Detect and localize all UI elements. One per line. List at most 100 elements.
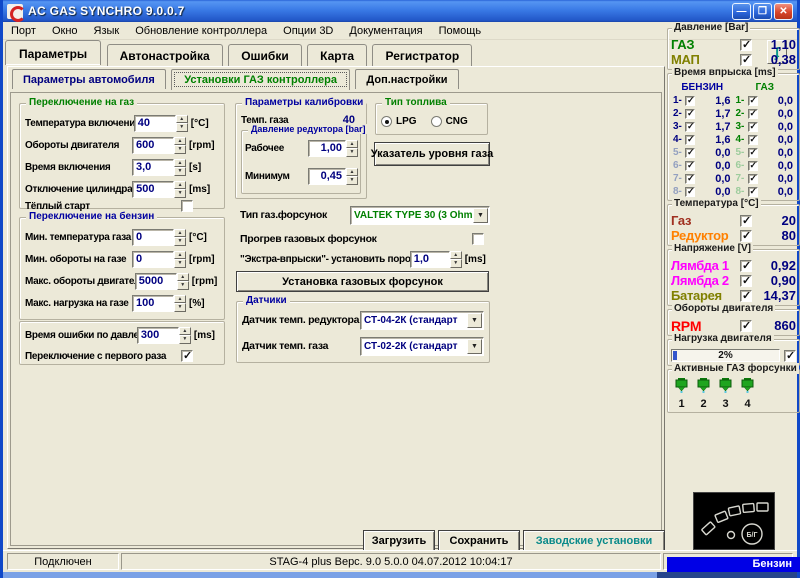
inj-checkbox[interactable] — [685, 95, 695, 106]
inj-checkbox[interactable] — [685, 147, 695, 158]
inj-checkbox[interactable] — [747, 173, 758, 184]
row-max-engine-rpm: Макс. обороты двигателя 5000 ▲ ▼ [rpm] — [25, 271, 219, 291]
injector-type-dropdown[interactable]: VALTEK TYPE 30 (3 Ohm) ▼ — [350, 205, 490, 225]
subtab-extra-settings[interactable]: Доп.настройки — [355, 69, 459, 89]
inj-checkbox[interactable] — [747, 147, 758, 158]
injection-row: 3-0,0 — [734, 120, 797, 133]
tab-recorder[interactable]: Регистратор — [372, 44, 473, 66]
temp-reducer-checkbox[interactable] — [740, 229, 752, 242]
inj-checkbox[interactable] — [685, 108, 695, 119]
min-rpm-on-gas-stepper[interactable]: ▲ ▼ — [174, 250, 186, 268]
menu-port[interactable]: Порт — [3, 24, 44, 38]
field-label: Мин. обороты на газе — [25, 253, 127, 265]
rpm-checkbox[interactable] — [740, 319, 752, 332]
value-readout: 0,90 — [770, 273, 796, 288]
unit-label: [%] — [189, 297, 205, 309]
injection-row: 4-1,6 — [671, 133, 734, 146]
injector-setup-button[interactable]: Установка газовых форсунок — [236, 271, 489, 292]
active-injector-4: 4 — [741, 378, 754, 410]
max-engine-rpm-input[interactable]: 5000 — [134, 272, 177, 290]
restore-icon[interactable]: ❐ — [753, 2, 772, 20]
max-load-on-gas-input[interactable]: 100 — [132, 294, 174, 312]
lambda2-checkbox[interactable] — [740, 274, 752, 287]
inj-checkbox[interactable] — [747, 95, 758, 106]
inj-checkbox[interactable] — [747, 134, 758, 145]
inj-value: 0,0 — [777, 172, 793, 185]
tab-errors[interactable]: Ошибки — [228, 44, 302, 66]
injector-number: 3 — [722, 398, 729, 410]
max-load-on-gas-stepper[interactable]: ▲ ▼ — [174, 294, 186, 312]
reducer-temp-sensor-dropdown[interactable]: СТ-04-2К (стандарт ▼ — [360, 310, 484, 330]
engine-load-checkbox[interactable] — [784, 349, 796, 362]
pressure-error-time-stepper[interactable]: ▲ ▼ — [178, 326, 191, 344]
cylinder-off-stepper[interactable]: ▲ ▼ — [174, 180, 187, 198]
inj-checkbox[interactable] — [747, 121, 758, 132]
field-label: Мин. температура газа — [25, 231, 132, 243]
temp-gas-checkbox[interactable] — [740, 214, 752, 227]
switch-time-stepper[interactable]: ▲ ▼ — [174, 158, 186, 176]
subtab-gas-controller-settings[interactable]: Установки ГАЗ контроллера — [171, 69, 350, 90]
extra-injections-input[interactable]: 1,0 — [409, 250, 450, 268]
cng-radio-icon — [430, 115, 442, 127]
pressure-gas-checkbox[interactable] — [740, 38, 752, 51]
menu-documentation[interactable]: Документация — [341, 24, 430, 38]
factory-settings-button[interactable]: Заводские установки — [523, 530, 665, 552]
minimum-pressure-stepper[interactable]: ▲ ▼ — [346, 167, 358, 185]
engine-rpm-stepper[interactable]: ▲ ▼ — [174, 136, 186, 154]
unit-label: [s] — [189, 161, 202, 173]
menu-window[interactable]: Окно — [44, 24, 86, 38]
injector-warmup-checkbox[interactable] — [472, 233, 484, 245]
inj-checkbox[interactable] — [685, 134, 695, 145]
radio-lpg[interactable]: LPG — [381, 115, 417, 127]
lambda1-checkbox[interactable] — [740, 259, 752, 272]
cylinder-off-input[interactable]: 500 — [132, 180, 175, 198]
switch-temp-input[interactable]: 40 — [133, 114, 176, 132]
inj-checkbox[interactable] — [747, 186, 758, 197]
menu-help[interactable]: Помощь — [431, 24, 490, 38]
max-engine-rpm-stepper[interactable]: ▲ ▼ — [176, 272, 189, 290]
working-pressure-input[interactable]: 1,00 — [308, 139, 346, 157]
inj-checkbox[interactable] — [685, 160, 695, 171]
min-rpm-on-gas-input[interactable]: 0 — [132, 250, 174, 268]
inj-checkbox[interactable] — [685, 173, 695, 184]
gas-level-indicator-button[interactable]: Указатель уровня газа — [371, 142, 493, 166]
inj-value: 0,0 — [777, 185, 793, 198]
inj-value: 1,7 — [715, 120, 731, 133]
load-button[interactable]: Загрузить — [363, 530, 435, 552]
minimize-icon[interactable]: — — [732, 2, 751, 20]
radio-cng[interactable]: CNG — [430, 115, 468, 127]
subtab-car-parameters[interactable]: Параметры автомобиля — [12, 69, 166, 89]
extra-injections-stepper[interactable]: ▲ ▼ — [449, 250, 462, 268]
inj-checkbox[interactable] — [747, 160, 758, 171]
tab-parameters[interactable]: Параметры — [5, 40, 102, 65]
min-gas-temp-stepper[interactable]: ▲ ▼ — [174, 228, 186, 246]
warm-start-checkbox[interactable] — [181, 200, 193, 212]
battery-checkbox[interactable] — [740, 289, 752, 302]
switch-temp-stepper[interactable]: ▲ ▼ — [175, 114, 188, 132]
field-label: Тип газ.форсунок — [240, 209, 327, 221]
min-gas-temp-input[interactable]: 0 — [132, 228, 174, 246]
inj-checkbox[interactable] — [685, 121, 695, 132]
group-title: Обороты двигателя — [672, 303, 776, 314]
save-button[interactable]: Сохранить — [438, 530, 520, 552]
menu-controller-update[interactable]: Обновление контроллера — [127, 24, 275, 38]
minimum-pressure-input[interactable]: 0,45 — [308, 167, 346, 185]
series-label: Лямбда 1 — [671, 258, 729, 273]
engine-rpm-input[interactable]: 600 — [132, 136, 174, 154]
menu-options-3d[interactable]: Опции 3D — [275, 24, 341, 38]
tab-map[interactable]: Карта — [307, 44, 368, 66]
working-pressure-stepper[interactable]: ▲ ▼ — [346, 139, 358, 157]
gas-temp-sensor-dropdown[interactable]: СТ-02-2К (стандарт ▼ — [360, 336, 484, 356]
pressure-error-time-input[interactable]: 300 — [136, 326, 179, 344]
group-title: Тип топлива — [382, 97, 450, 108]
tab-autotune[interactable]: Автонастройка — [106, 44, 223, 66]
close-icon[interactable]: ✕ — [774, 2, 793, 20]
group-reducer-pressure: Давление редуктора [bar] Рабочее 1,00 ▲ ▼… — [241, 124, 369, 194]
pressure-map-checkbox[interactable] — [740, 53, 752, 66]
group-title: Нагрузка двигателя — [672, 333, 774, 344]
first-time-switch-checkbox[interactable] — [181, 349, 193, 362]
switch-time-input[interactable]: 3,0 — [132, 158, 174, 176]
inj-checkbox[interactable] — [747, 108, 758, 119]
inj-checkbox[interactable] — [685, 186, 695, 197]
menu-language[interactable]: Язык — [86, 24, 128, 38]
